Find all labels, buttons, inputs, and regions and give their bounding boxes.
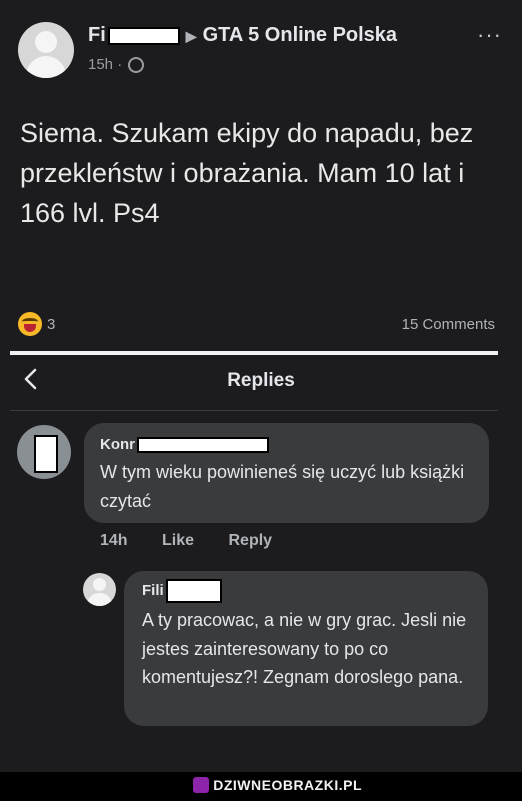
- watermark-logo-icon: [193, 777, 210, 793]
- reply-button[interactable]: Reply: [229, 532, 273, 549]
- triangle-right-icon: ▶: [185, 28, 197, 44]
- reply-author-avatar[interactable]: [83, 573, 116, 606]
- post-text: Siema. Szukam ekipy do napadu, bez przek…: [20, 118, 474, 228]
- redaction-box: [137, 437, 269, 454]
- redaction-box: [165, 579, 222, 603]
- like-button[interactable]: Like: [162, 532, 194, 549]
- reply-text: A ty pracowac, a nie w gry grac. Jesli n…: [142, 610, 467, 687]
- reaction-count[interactable]: 3: [47, 316, 55, 333]
- watermark-text: DZIWNEOBRAZKI.PL: [213, 777, 362, 793]
- post-time[interactable]: 15h: [88, 56, 113, 73]
- post-header-title: Fi ▶ GTA 5 Online Polska: [88, 24, 397, 47]
- group-name-link[interactable]: GTA 5 Online Polska: [203, 24, 398, 46]
- comment-text: W tym wieku powinieneś się uczyć lub ksi…: [100, 462, 465, 511]
- replies-title: Replies: [227, 370, 295, 391]
- header-divider: [10, 410, 498, 411]
- comment-actions: 14h Like Reply: [100, 532, 302, 550]
- redaction-box: [107, 26, 180, 45]
- post-meta: 15h ·: [88, 56, 145, 74]
- redaction-box: [34, 435, 58, 473]
- commenter-avatar[interactable]: [17, 425, 71, 479]
- comment-author-name[interactable]: Konr: [100, 436, 135, 453]
- comment-author[interactable]: Konr: [100, 436, 269, 454]
- reply-author[interactable]: Fili: [142, 579, 222, 603]
- comments-count-link[interactable]: 15 Comments: [402, 316, 495, 333]
- post-author-name[interactable]: Fi: [88, 24, 106, 46]
- haha-emoji-icon[interactable]: [18, 312, 42, 336]
- reply-author-name[interactable]: Fili: [142, 582, 164, 599]
- post-author-avatar[interactable]: [18, 22, 74, 78]
- comment-time[interactable]: 14h: [100, 532, 128, 549]
- globe-icon: [128, 57, 145, 74]
- section-divider: [10, 351, 498, 355]
- watermark: DZIWNEOBRAZKI.PL: [193, 777, 362, 797]
- more-options-button[interactable]: ···: [477, 22, 502, 48]
- meta-separator: ·: [117, 56, 123, 73]
